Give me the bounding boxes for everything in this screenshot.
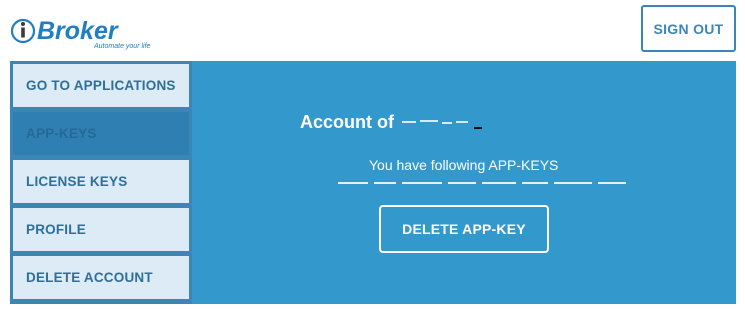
main-panel: Account of You have following APP-KEYS D… bbox=[192, 61, 736, 304]
sidebar-item-go-to-applications[interactable]: GO TO APPLICATIONS bbox=[12, 63, 190, 108]
sidebar-item-license-keys[interactable]: LICENSE KEYS bbox=[12, 159, 190, 204]
delete-app-key-button[interactable]: DELETE APP-KEY bbox=[379, 205, 549, 253]
brand-name: Broker bbox=[37, 17, 119, 45]
sidebar-item-app-keys[interactable]: APP-KEYS bbox=[12, 111, 190, 156]
redacted-app-key bbox=[338, 179, 628, 187]
sign-out-button[interactable]: SIGN OUT bbox=[641, 5, 736, 52]
sidebar-item-label: PROFILE bbox=[26, 222, 86, 237]
redacted-account-name bbox=[400, 116, 486, 130]
sidebar-item-label: APP-KEYS bbox=[26, 126, 97, 141]
sidebar-item-label: DELETE ACCOUNT bbox=[26, 270, 153, 285]
app-keys-caption: You have following APP-KEYS bbox=[369, 157, 559, 173]
sidebar-item-label: LICENSE KEYS bbox=[26, 174, 128, 189]
account-heading: Account of bbox=[300, 112, 486, 133]
brand-tagline: Automate your life bbox=[93, 43, 151, 50]
sidebar: GO TO APPLICATIONS APP-KEYS LICENSE KEYS… bbox=[10, 61, 192, 304]
ibroker-logo[interactable]: Broker Automate your life bbox=[10, 12, 170, 52]
sidebar-item-profile[interactable]: PROFILE bbox=[12, 207, 190, 252]
sidebar-item-label: GO TO APPLICATIONS bbox=[26, 78, 176, 93]
sidebar-item-delete-account[interactable]: DELETE ACCOUNT bbox=[12, 255, 190, 300]
account-label: Account of bbox=[300, 112, 394, 132]
